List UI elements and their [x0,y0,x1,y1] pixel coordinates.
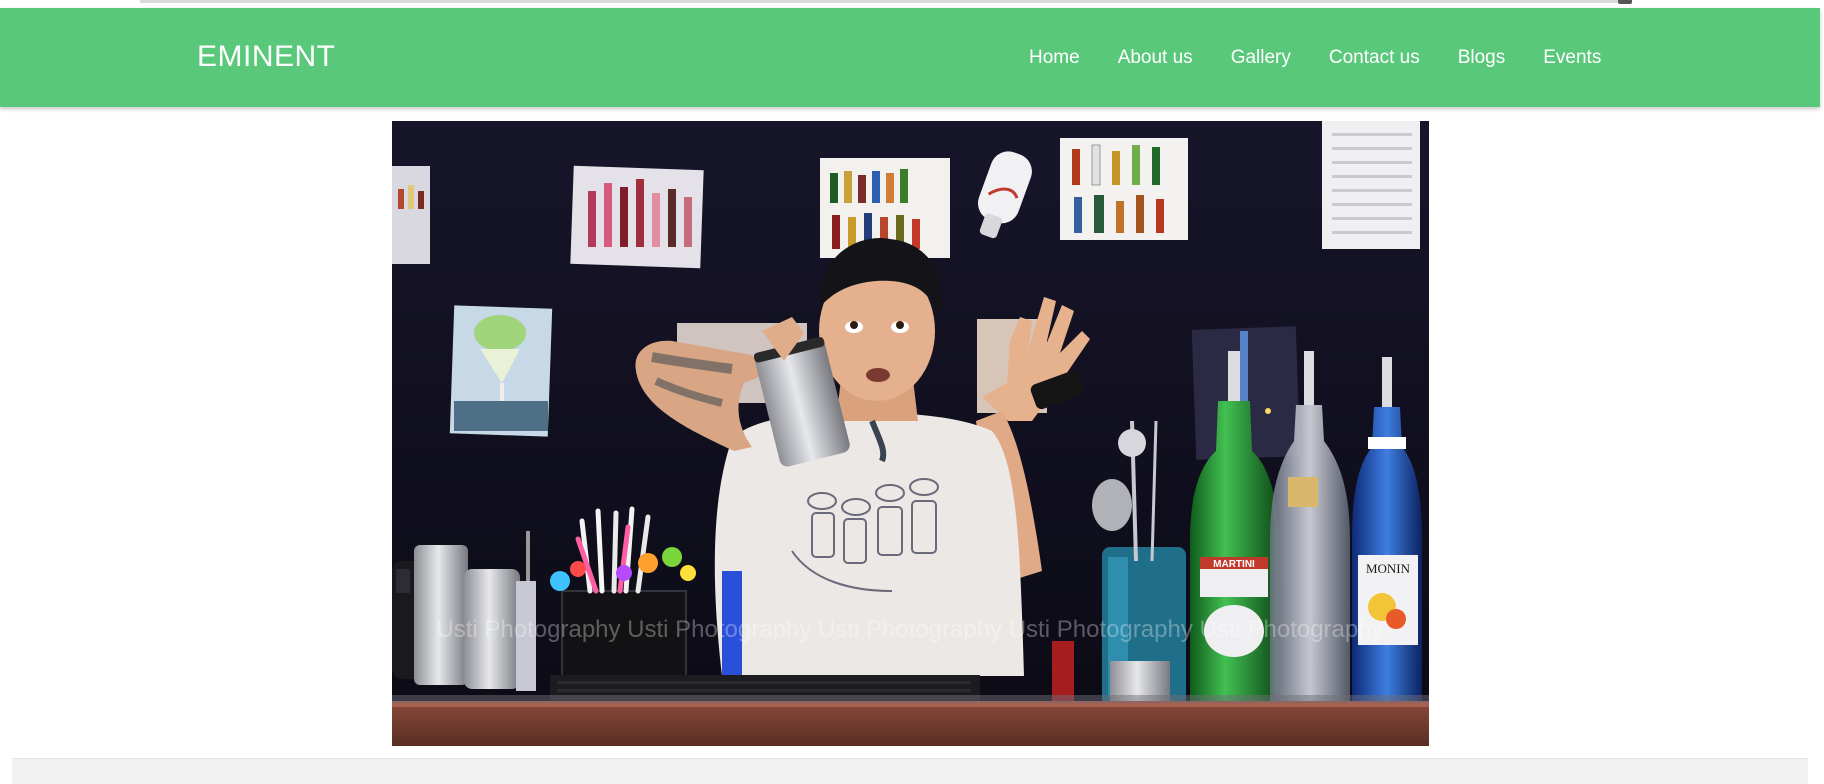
red-bottle-small [1052,641,1074,701]
hero-image: MARTINI MONIN Usti Photography Usti Phot… [392,121,1429,746]
nav-link-contact-us[interactable]: Contact us [1329,47,1420,68]
watermark-text: Usti Photography Usti Photography Usti P… [436,616,1383,643]
nav-item-events: Events [1543,47,1601,69]
martini-label: MARTINI [1213,559,1255,570]
navbar: EMINENT Home About us Gallery Contact us… [0,8,1820,107]
brand-logo[interactable]: EMINENT [197,40,336,74]
nav-menu: Home About us Gallery Contact us Blogs E… [1010,8,1620,107]
nav-link-events[interactable]: Events [1543,47,1601,68]
page: EMINENT Home About us Gallery Contact us… [0,0,1824,784]
poster-chart-right [1322,121,1420,249]
nav-link-about-us[interactable]: About us [1118,47,1193,68]
footer-bar [12,758,1808,784]
nav-item-home: Home [1029,47,1080,69]
poster-bottles-3 [1060,138,1188,240]
poster-cocktail [449,305,553,437]
nav-item-gallery: Gallery [1231,47,1291,69]
nav-item-blogs: Blogs [1458,47,1506,69]
nav-link-blogs[interactable]: Blogs [1458,47,1506,68]
top-strip [0,0,1824,8]
nav-link-gallery[interactable]: Gallery [1231,47,1291,68]
bar-counter [392,701,1429,746]
nav-link-home[interactable]: Home [1029,47,1080,68]
poster-bottles-1 [570,165,704,269]
poster-left-edge [392,166,430,264]
bartender-photo: MARTINI MONIN Usti Photography Usti Phot… [392,121,1429,746]
nav-item-about-us: About us [1118,47,1193,69]
top-strip-line [140,0,1620,3]
monin-label: MONIN [1366,561,1411,576]
scroll-marker [1618,0,1632,4]
nav-item-contact-us: Contact us [1329,47,1420,69]
